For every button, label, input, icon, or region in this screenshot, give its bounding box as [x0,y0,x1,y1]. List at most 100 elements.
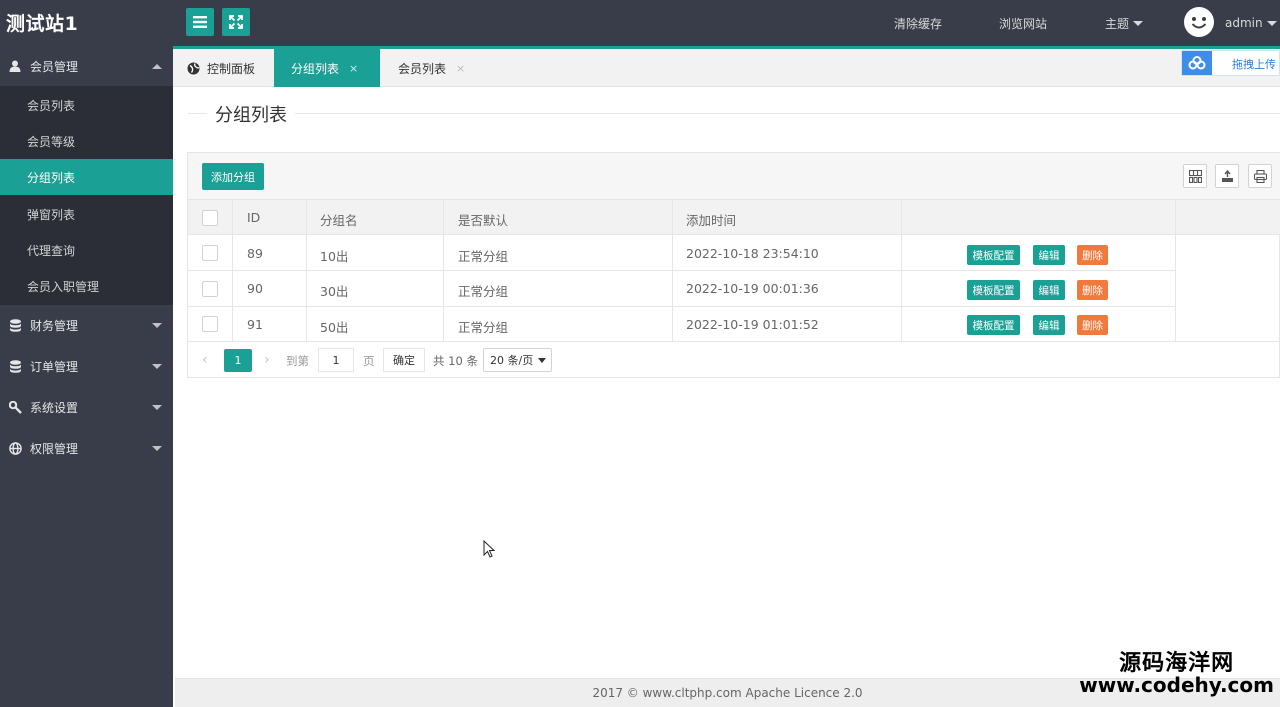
sidebar-group-label: 权限管理 [30,441,79,456]
tab-label: 分组列表 [291,61,340,76]
column-divider [306,200,307,342]
browse-site-label: 浏览网站 [999,16,1048,31]
tab-dashboard[interactable]: 控制面板 [173,49,273,87]
sidebar-group-label: 财务管理 [30,318,79,333]
sidebar-item-popup-list[interactable]: 弹窗列表 [0,196,173,232]
globe-icon [8,441,22,455]
user-menu[interactable]: admin [1225,0,1277,46]
cell-id: 91 [247,317,263,332]
column-header-name[interactable]: 分组名 [320,210,358,229]
database-icon [8,359,22,373]
sidebar-item-member-list[interactable]: 会员列表 [0,87,173,123]
wrench-icon [8,400,22,414]
delete-button[interactable]: 删除 [1077,245,1108,265]
export-icon [1221,169,1233,182]
tab-member-list[interactable]: 会员列表 × [380,49,486,87]
template-config-button[interactable]: 模板配置 [967,245,1020,265]
tab-label: 控制面板 [207,61,256,76]
column-header-time[interactable]: 添加时间 [686,210,736,229]
chevron-down-icon [1266,20,1277,26]
sidebar-item-group-list[interactable]: 分组列表 [0,159,173,195]
sidebar-group-label: 会员管理 [30,59,79,74]
chevron-down-icon [152,405,162,410]
tab-group-list[interactable]: 分组列表 × [274,49,380,87]
export-button[interactable] [1215,164,1239,188]
row-checkbox[interactable] [202,281,218,297]
pager-total-count: 共 10 条 [433,354,478,368]
cell-name: 30出 [320,284,349,299]
clear-cache-label: 清除缓存 [894,16,943,31]
print-button[interactable] [1248,164,1272,188]
pager-confirm-button[interactable]: 确定 [383,348,425,372]
add-group-button[interactable]: 添加分组 [202,163,264,190]
page-size-select[interactable]: 20 条/页 [483,348,552,372]
row-divider [188,341,1280,342]
cell-default: 正常分组 [458,284,509,299]
sidebar-group-permission[interactable]: 权限管理 [0,428,173,468]
theme-label: 主题 [1105,16,1130,31]
delete-button[interactable]: 删除 [1077,315,1108,335]
pager-next-icon[interactable]: › [264,352,270,368]
drag-upload-widget[interactable]: 拖拽上传 [1181,50,1280,76]
toggle-sidebar-button[interactable] [186,8,214,36]
sidebar-group-finance[interactable]: 财务管理 [0,305,173,345]
template-config-button[interactable]: 模板配置 [967,315,1020,335]
globe-icon [187,62,200,74]
upload-label: 拖拽上传 [1232,58,1276,71]
menu-icon [193,16,207,28]
pager-current-page[interactable]: 1 [224,349,252,372]
close-icon[interactable]: × [349,62,358,75]
pager-goto-label: 到第 [286,354,309,368]
edit-button[interactable]: 编辑 [1033,315,1065,335]
chevron-up-icon [152,64,162,69]
avatar[interactable] [1184,7,1214,37]
row-checkbox[interactable] [202,245,218,261]
sidebar-item-member-onboarding[interactable]: 会员入职管理 [0,268,173,304]
select-all-checkbox[interactable] [202,210,218,226]
chevron-down-icon [152,323,162,328]
delete-button[interactable]: 删除 [1077,280,1108,300]
print-icon [1253,169,1267,183]
edit-button[interactable]: 编辑 [1033,280,1065,300]
chevron-down-icon [1133,20,1144,26]
row-checkbox[interactable] [202,316,218,332]
sidebar-submenu: 会员列表 会员等级 分组列表 弹窗列表 代理查询 会员入职管理 [0,86,173,305]
cell-id: 90 [247,281,263,296]
fullscreen-button[interactable] [222,8,250,36]
sidebar-item-member-level[interactable]: 会员等级 [0,123,173,159]
sidebar-group-order[interactable]: 订单管理 [0,346,173,386]
pager-prev-icon[interactable]: ‹ [202,352,208,368]
sidebar-item-agent-query[interactable]: 代理查询 [0,232,173,268]
page-size-value: 20 条/页 [490,354,534,367]
page-title: 分组列表 [207,101,295,127]
top-header: 测试站1 清除缓存 浏览网站 主题 admin [0,0,1280,46]
template-config-button[interactable]: 模板配置 [967,280,1020,300]
clear-cache-link[interactable]: 清除缓存 [894,0,942,46]
sidebar-group-settings[interactable]: 系统设置 [0,387,173,427]
edit-button[interactable]: 编辑 [1033,245,1065,265]
sidebar-group-member[interactable]: 会员管理 会员列表 会员等级 分组列表 弹窗列表 代理查询 会员入职管理 [0,46,173,305]
table-toolbar [188,153,1280,200]
theme-menu[interactable]: 主题 [1105,0,1144,46]
chevron-down-icon [152,364,162,369]
column-filter-button[interactable] [1183,164,1207,188]
chevron-down-icon [152,446,162,451]
row-divider [188,270,1175,271]
column-header-default[interactable]: 是否默认 [458,210,508,229]
tab-bar: 控制面板 分组列表 × 会员列表 × [173,46,1280,87]
cloud-upload-icon [1182,51,1212,75]
close-icon[interactable]: × [456,62,465,75]
column-header-id[interactable]: ID [247,210,260,225]
cell-name: 50出 [320,320,349,335]
site-logo-title: 测试站1 [6,13,79,35]
pager-page-input[interactable]: 1 [318,348,354,372]
chevron-down-icon [538,358,546,363]
sidebar: 会员管理 会员列表 会员等级 分组列表 弹窗列表 代理查询 会员入职管理 财务管… [0,46,173,707]
browse-site-link[interactable]: 浏览网站 [999,0,1047,46]
footer-copyright: 2017 © www.cltphp.com Apache Licence 2.0 [592,686,863,700]
cell-time: 2022-10-19 00:01:36 [686,281,819,296]
column-divider [901,200,902,342]
user-name: admin [1225,16,1263,30]
database-icon [8,318,22,332]
watermark: 源码海洋网 www.codehy.com [1079,652,1274,696]
